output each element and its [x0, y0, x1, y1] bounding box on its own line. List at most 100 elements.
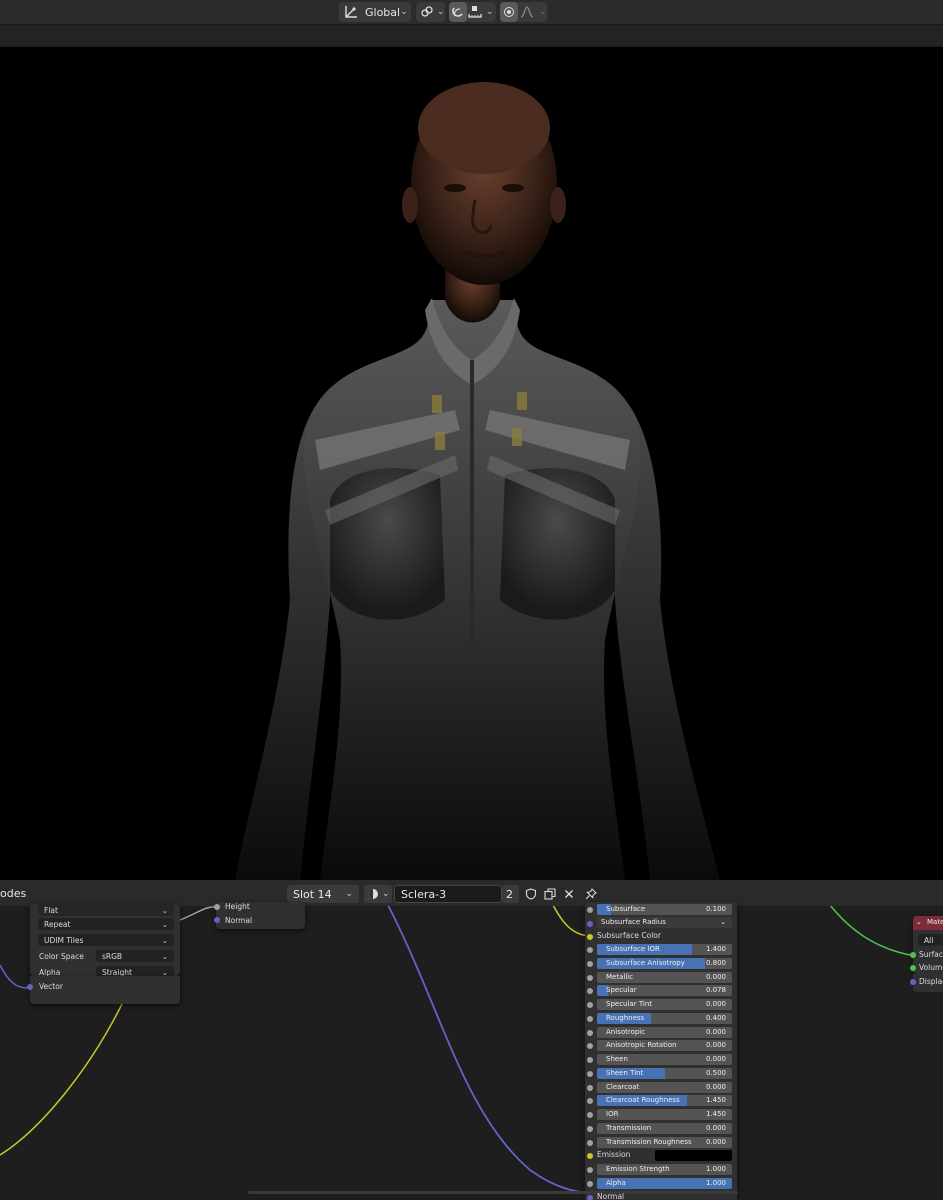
bsdf-sheen-field-value: 0.000	[705, 1055, 726, 1063]
bsdf-specular-tint-socket[interactable]	[587, 1002, 593, 1008]
pivot-point-dropdown[interactable]: ⌄	[416, 2, 445, 22]
bsdf-specular-field-label: Specular	[606, 986, 637, 994]
interpolation-dropdown[interactable]: Flat ⌄	[38, 904, 174, 916]
duplicate-material-icon[interactable]	[541, 885, 559, 903]
bsdf-clearcoat-roughness-field[interactable]: Clearcoat Roughness 1.450	[597, 1095, 732, 1106]
bsdf-anisotropic-field[interactable]: Anisotropic 0.000	[597, 1027, 732, 1038]
chevron-down-icon: ⌄	[382, 889, 390, 899]
bsdf-anisotropic-rotation-field-label: Anisotropic Rotation	[606, 1041, 677, 1049]
subsurface-radius-socket[interactable]	[587, 921, 593, 927]
bsdf-subsurface-anisotropy-socket[interactable]	[587, 961, 593, 967]
slot-dropdown[interactable]: Slot 14 ⌄	[287, 885, 359, 903]
subsurface-field[interactable]: Subsurface 0.100	[597, 904, 732, 915]
alpha-socket[interactable]	[587, 1181, 593, 1187]
bsdf-transmission-roughness-field-value: 0.000	[705, 1138, 726, 1146]
bsdf-anisotropic-rotation-socket[interactable]	[587, 1043, 593, 1049]
bsdf-clearcoat-socket[interactable]	[587, 1085, 593, 1091]
emission-socket[interactable]	[587, 1153, 593, 1159]
unlink-close-icon[interactable]	[560, 885, 578, 903]
emission-strength-socket[interactable]	[587, 1167, 593, 1173]
bsdf-clearcoat-field-value: 0.000	[705, 1083, 726, 1091]
shader-node-editor[interactable]: odes Slot 14 ⌄ ⌄ Sclera-3 2 Flat ⌄ Repea…	[0, 880, 943, 1200]
bsdf-transmission-roughness-field[interactable]: Transmission Roughness 0.000	[597, 1137, 732, 1148]
subsurface-radius-label: Subsurface Radius	[601, 918, 666, 926]
bsdf-transmission-field-label: Transmission	[606, 1124, 652, 1132]
subsurface-socket[interactable]	[587, 907, 593, 913]
snap-target-icon[interactable]	[467, 2, 483, 22]
render-figure	[235, 82, 720, 880]
bsdf-sheen-field[interactable]: Sheen 0.000	[597, 1054, 732, 1065]
browse-material-button[interactable]: ⌄	[364, 885, 392, 903]
bsdf-transmission-socket[interactable]	[587, 1126, 593, 1132]
normal-input-socket[interactable]	[214, 917, 220, 923]
vector-input-socket[interactable]	[27, 984, 33, 990]
bsdf-metallic-field-value: 0.000	[705, 973, 726, 981]
bsdf-metallic-field[interactable]: Metallic 0.000	[597, 972, 732, 983]
material-name-field[interactable]: Sclera-3	[394, 885, 502, 903]
material-output-node[interactable]: ⌄ Mate All Surface Volume	[910, 916, 943, 974]
bsdf-specular-tint-field-label: Specular Tint	[606, 1000, 653, 1008]
height-label: Height	[225, 902, 250, 911]
normal-label: Normal	[597, 1192, 625, 1200]
normal-socket[interactable]	[587, 1195, 593, 1200]
alpha-field[interactable]: Alpha 1.000	[597, 1178, 732, 1189]
bsdf-roughness-field[interactable]: Roughness 0.400	[597, 1013, 732, 1024]
color-space-dropdown[interactable]: sRGB ⌄	[96, 950, 174, 962]
snapping-group: ⌄	[449, 2, 496, 22]
bsdf-subsurface-ior-field-label: Subsurface IOR	[606, 945, 660, 953]
user-count: 2	[506, 887, 513, 901]
bsdf-ior-field[interactable]: IOR 1.450	[597, 1109, 732, 1120]
bsdf-sheen-tint-field-label: Sheen Tint	[606, 1069, 644, 1077]
surface-input-socket[interactable]	[910, 952, 916, 958]
height-input-socket[interactable]	[214, 904, 220, 910]
bsdf-subsurface-ior-field[interactable]: Subsurface IOR 1.400	[597, 944, 732, 955]
bsdf-specular-socket[interactable]	[587, 988, 593, 994]
viewport-render[interactable]	[0, 47, 943, 880]
bsdf-clearcoat-field[interactable]: Clearcoat 0.000	[597, 1082, 732, 1093]
image-texture-node[interactable]: Flat ⌄ Repeat ⌄ UDIM Tiles ⌄ Color Space…	[30, 904, 180, 978]
bsdf-transmission-roughness-socket[interactable]	[587, 1140, 593, 1146]
volume-input-socket[interactable]	[910, 965, 916, 971]
bsdf-sheen-tint-socket[interactable]	[587, 1071, 593, 1077]
alpha-field-label: Alpha	[606, 1179, 626, 1187]
extension-value: Repeat	[44, 919, 71, 929]
bump-node[interactable]: Height Normal	[214, 902, 305, 929]
interpolation-value: Flat	[44, 905, 58, 915]
chevron-down-icon: ⌄	[400, 7, 408, 17]
bsdf-specular-tint-field[interactable]: Specular Tint 0.000	[597, 999, 732, 1010]
bsdf-subsurface-anisotropy-field[interactable]: Subsurface Anisotropy 0.800	[597, 958, 732, 969]
collapse-chevron-icon[interactable]: ⌄	[916, 918, 922, 926]
bsdf-subsurface-ior-socket[interactable]	[587, 947, 593, 953]
extension-dropdown[interactable]: Repeat ⌄	[38, 918, 174, 930]
bsdf-anisotropic-socket[interactable]	[587, 1030, 593, 1036]
emission-color-swatch[interactable]	[655, 1150, 732, 1161]
bsdf-ior-socket[interactable]	[587, 1112, 593, 1118]
subsurface-radius-dropdown[interactable]: Subsurface Radius ⌄	[597, 917, 732, 928]
fake-user-shield-icon[interactable]	[522, 885, 540, 903]
emission-strength-field[interactable]: Emission Strength 1.000	[597, 1164, 732, 1175]
source-dropdown[interactable]: UDIM Tiles ⌄	[38, 934, 174, 946]
user-count-button[interactable]: 2	[502, 885, 519, 903]
bsdf-ior-field-value: 1.450	[705, 1110, 726, 1118]
bsdf-sheen-tint-field[interactable]: Sheen Tint 0.500	[597, 1068, 732, 1079]
bsdf-transmission-field[interactable]: Transmission 0.000	[597, 1123, 732, 1134]
bsdf-specular-field[interactable]: Specular 0.078	[597, 985, 732, 996]
subsurface-color-socket[interactable]	[587, 934, 593, 940]
node-editor-header: odes Slot 14 ⌄ ⌄ Sclera-3 2	[0, 880, 943, 906]
pin-icon[interactable]	[582, 885, 600, 903]
bsdf-clearcoat-roughness-socket[interactable]	[587, 1098, 593, 1104]
chevron-down-icon: ⌄	[161, 935, 168, 945]
bsdf-metallic-socket[interactable]	[587, 975, 593, 981]
bsdf-roughness-socket[interactable]	[587, 1016, 593, 1022]
proportional-edit-icon[interactable]	[500, 2, 518, 22]
displacement-input-socket[interactable]	[910, 979, 916, 985]
bsdf-anisotropic-rotation-field[interactable]: Anisotropic Rotation 0.000	[597, 1040, 732, 1051]
falloff-curve-icon[interactable]	[518, 2, 536, 22]
snap-magnet-icon[interactable]	[449, 2, 467, 22]
bsdf-sheen-socket[interactable]	[587, 1057, 593, 1063]
target-dropdown[interactable]: All	[918, 934, 943, 946]
surface-label: Surface	[919, 950, 943, 959]
horizontal-scrollbar[interactable]	[248, 1191, 738, 1194]
transform-orientation-dropdown[interactable]: Global ⌄	[339, 2, 411, 22]
bsdf-subsurface-anisotropy-field-value: 0.800	[705, 959, 726, 967]
